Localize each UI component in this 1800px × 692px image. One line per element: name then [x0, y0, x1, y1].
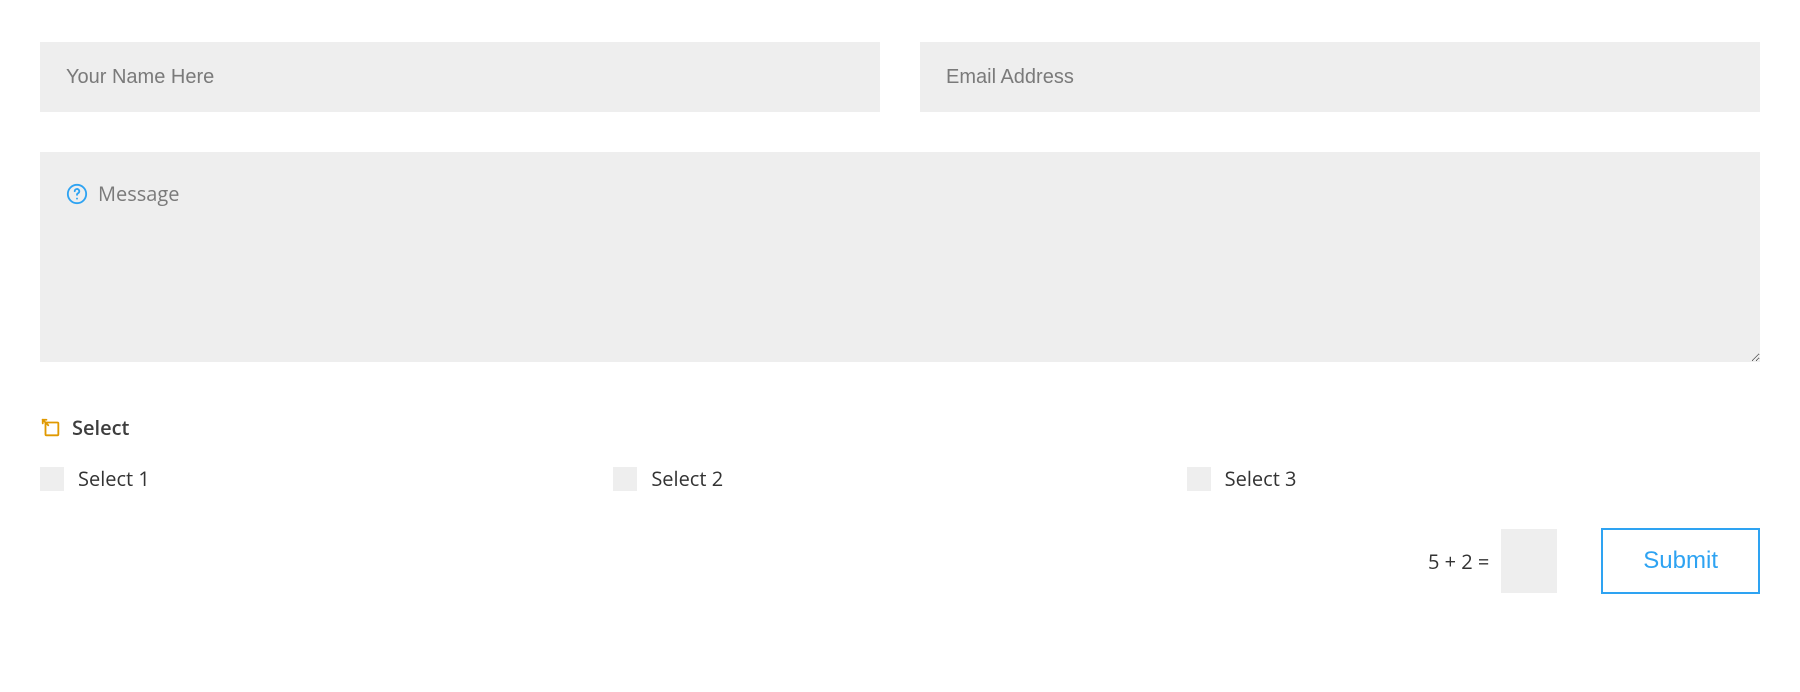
name-input[interactable]: [40, 42, 880, 112]
email-input[interactable]: [920, 42, 1760, 112]
name-email-row: [40, 42, 1760, 112]
select-heading: Select: [40, 414, 1760, 441]
option-label: Select 3: [1225, 465, 1297, 492]
checkbox-box: [1187, 467, 1211, 491]
select-icon: [40, 417, 62, 439]
select-option-3[interactable]: Select 3: [1187, 465, 1760, 492]
select-title: Select: [72, 414, 129, 441]
option-label: Select 2: [651, 465, 723, 492]
captcha-input[interactable]: [1501, 529, 1557, 593]
select-group: Select Select 1 Select 2 Select 3: [40, 414, 1760, 492]
option-label: Select 1: [78, 465, 150, 492]
select-option-1[interactable]: Select 1: [40, 465, 613, 492]
form-footer: 5 + 2 = Submit: [40, 528, 1760, 594]
contact-form: Message Select Select 1 Select 2: [0, 0, 1800, 636]
submit-button[interactable]: Submit: [1601, 528, 1760, 594]
checkbox-box: [613, 467, 637, 491]
checkbox-box: [40, 467, 64, 491]
captcha-question: 5 + 2 =: [1428, 548, 1489, 575]
message-field: Message: [40, 152, 1760, 362]
captcha: 5 + 2 =: [1428, 529, 1557, 593]
message-textarea[interactable]: [40, 152, 1760, 362]
select-option-2[interactable]: Select 2: [613, 465, 1186, 492]
select-options-row: Select 1 Select 2 Select 3: [40, 465, 1760, 492]
